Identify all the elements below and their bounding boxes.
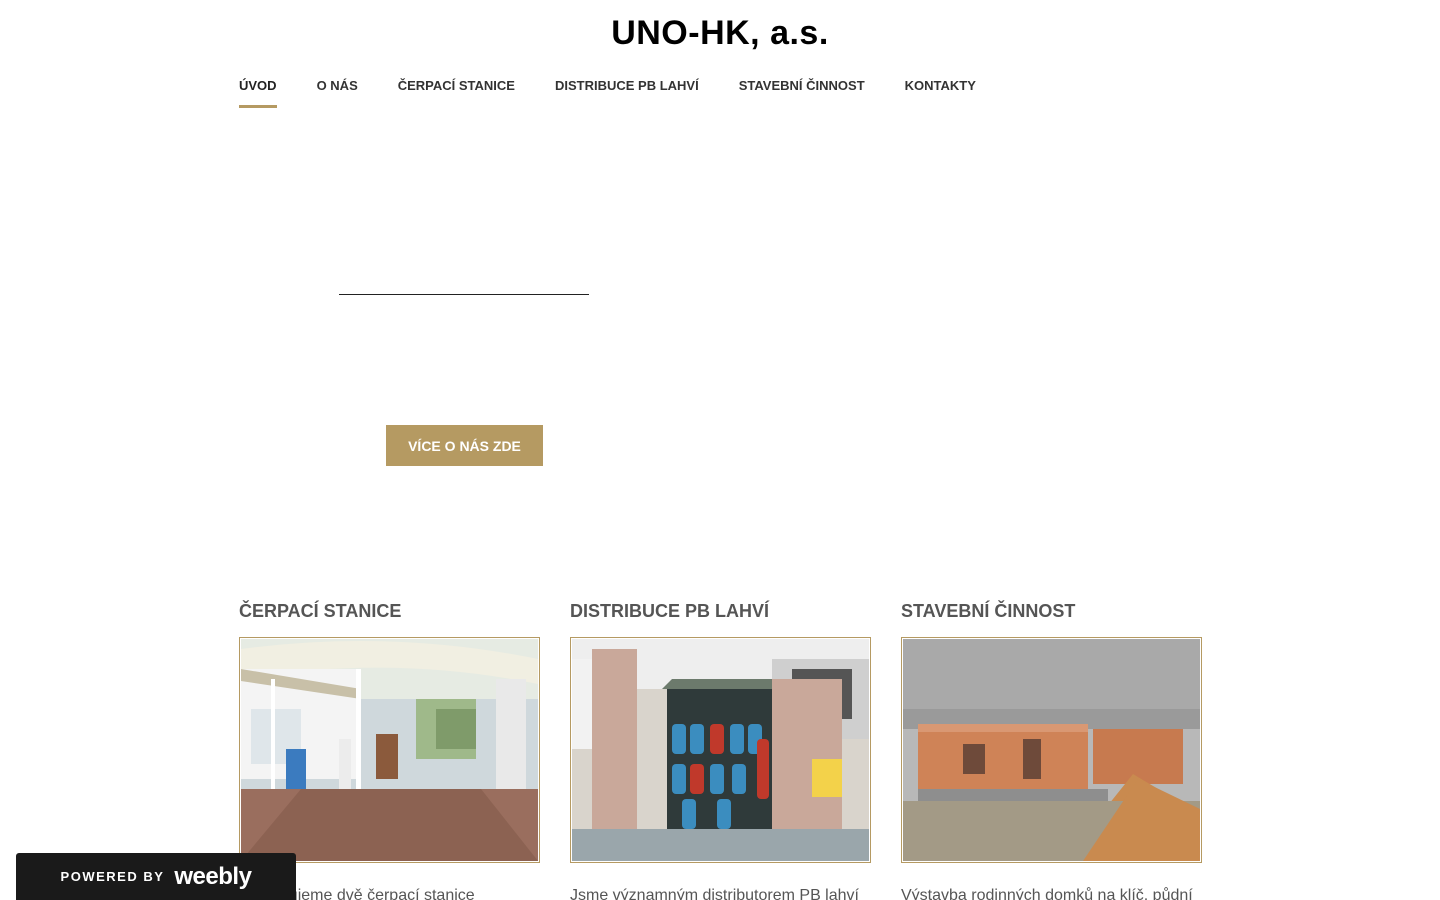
fuel-station-image xyxy=(241,639,538,861)
service-card-pb-distribution: DISTRIBUCE PB LAHVÍ Jsme významným distr… xyxy=(570,599,871,900)
gas-cylinders-photo[interactable] xyxy=(570,637,871,863)
service-title: STAVEBNÍ ČINNOST xyxy=(901,601,1076,621)
construction-image xyxy=(903,639,1200,861)
site-title[interactable]: UNO-HK, a.s. xyxy=(0,14,1440,53)
services-section: ČERPACÍ STANICE Provozujeme dvě čerpací … xyxy=(239,599,1202,900)
nav-item-o-nas[interactable]: O NÁS xyxy=(317,78,358,108)
hero-divider xyxy=(339,294,589,295)
service-title: DISTRIBUCE PB LAHVÍ xyxy=(570,601,770,621)
powered-by-weebly-badge[interactable]: POWERED BY weebly xyxy=(16,853,296,900)
nav-item-uvod[interactable]: ÚVOD xyxy=(239,78,277,108)
nav-item-cerpaci-stanice[interactable]: ČERPACÍ STANICE xyxy=(398,78,515,108)
service-title: ČERPACÍ STANICE xyxy=(239,601,402,621)
construction-photo[interactable] xyxy=(901,637,1202,863)
gas-cylinders-image xyxy=(572,639,869,861)
nav-item-stavebni-cinnost[interactable]: STAVEBNÍ ČINNOST xyxy=(739,78,865,108)
service-description: Výstavba rodinných domků na klíč, půdní xyxy=(901,887,1193,900)
powered-by-label: POWERED BY xyxy=(60,869,165,884)
service-card-construction: STAVEBNÍ ČINNOST Výstavba rodinných domk… xyxy=(901,599,1202,900)
nav-item-distribuce-pb-lahvi[interactable]: DISTRIBUCE PB LAHVÍ xyxy=(555,78,699,108)
more-about-us-button[interactable]: VÍCE O NÁS ZDE xyxy=(386,425,543,466)
weebly-logo: weebly xyxy=(174,862,252,890)
service-description: Jsme významným distributorem PB lahví xyxy=(570,887,859,900)
fuel-station-photo[interactable] xyxy=(239,637,540,863)
main-navigation: ÚVOD O NÁS ČERPACÍ STANICE DISTRIBUCE PB… xyxy=(239,78,1016,108)
nav-item-kontakty[interactable]: KONTAKTY xyxy=(905,78,976,108)
